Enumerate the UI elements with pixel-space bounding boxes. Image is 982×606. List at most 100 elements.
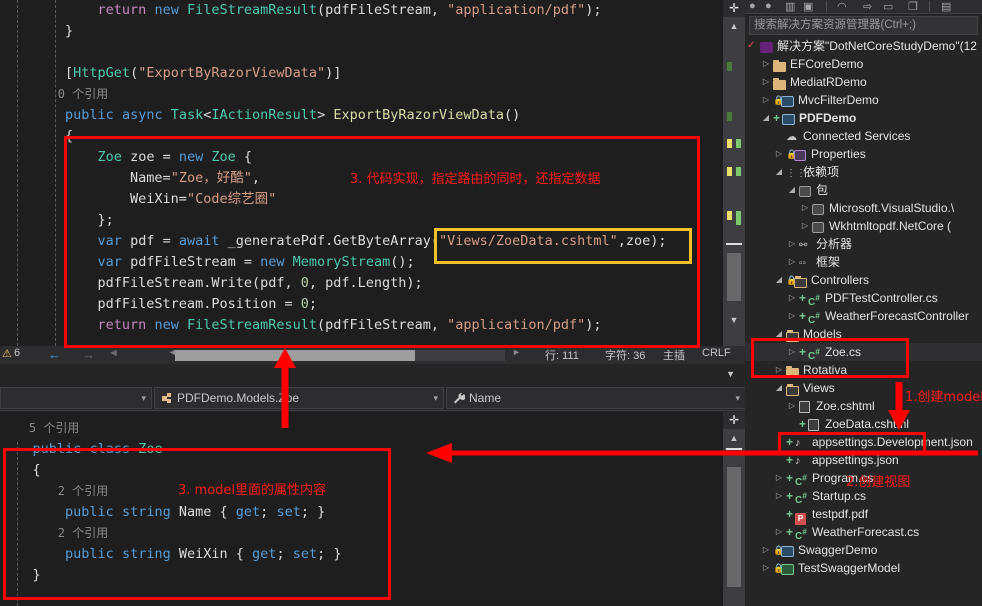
show-all-files-icon[interactable]: ⇨ (863, 0, 872, 13)
tree-item--dotnetcorestudydemo-12[interactable]: ✓ 解决方案"DotNetCoreStudyDemo"(12 (745, 37, 982, 55)
expanded-triangle-icon[interactable]: ◢ (773, 325, 785, 343)
collapsed-triangle-icon[interactable]: ▷ (760, 541, 772, 559)
back-icon[interactable]: ● (749, 0, 756, 12)
refresh-icon[interactable]: ▭ (883, 0, 893, 13)
solution-explorer-toolbar: ● ● ▥ ▣ | ◠ ⇨ ▭ ❐ | ▤ (745, 0, 982, 14)
collapsed-triangle-icon[interactable]: ▷ (786, 235, 798, 253)
scroll-down-arrow[interactable]: ▼ (723, 313, 745, 328)
type-combo[interactable]: PDFDemo.Models.Zoe ▾ (154, 387, 444, 409)
project-combo[interactable]: ▾ (0, 387, 152, 409)
collapsed-triangle-icon[interactable]: ▷ (773, 487, 785, 505)
tree-item-wkhtmltopdf-netcore-[interactable]: ▷ Wkhtmltopdf.NetCore ( (745, 217, 982, 235)
search-input[interactable]: 搜索解决方案资源管理器(Ctrl+;) (749, 16, 978, 35)
forward-icon[interactable]: ● (765, 0, 772, 12)
collapsed-triangle-icon[interactable]: ▷ (786, 289, 798, 307)
chevron-down-icon[interactable]: ▾ (433, 388, 438, 408)
code-editor-top[interactable]: return new FileStreamResult(pdfFileStrea… (0, 0, 745, 346)
scroll-up-arrow[interactable]: ▲ (723, 431, 745, 446)
solution-tree[interactable]: ✓ 解决方案"DotNetCoreStudyDemo"(12 ▷ EFCoreDemo… (745, 37, 982, 606)
tree-item-appsettings-development-json[interactable]: + ♪ appsettings.Development.json (745, 433, 982, 451)
tree-item-mediatrdemo[interactable]: ▷ MediatRDemo (745, 73, 982, 91)
navigate-back-button[interactable]: ← (48, 347, 61, 362)
expanded-triangle-icon[interactable]: ◢ (773, 163, 785, 181)
collapsed-triangle-icon[interactable]: ▷ (760, 559, 772, 577)
collapsed-triangle-icon[interactable]: ▷ (773, 361, 785, 379)
tree-item-weatherforecast-cs[interactable]: ▷ + C# WeatherForecast.cs (745, 523, 982, 542)
caret-position-marker (726, 243, 742, 245)
collapsed-triangle-icon[interactable]: ▷ (799, 199, 811, 217)
hscroll-right-arrow[interactable]: ► (512, 347, 521, 357)
hscroll-thumb[interactable] (175, 350, 415, 361)
tree-item-controllers[interactable]: ◢ 🔒 Controllers (745, 271, 982, 289)
properties-icon[interactable]: ▤ (941, 0, 951, 13)
chevron-down-icon[interactable]: ▾ (141, 388, 146, 408)
tree-item-properties[interactable]: ▷ 🔒 Properties (745, 145, 982, 163)
csharp-project-icon (781, 559, 794, 577)
split-view-icon[interactable]: ✛ (723, 412, 745, 429)
chevron-down-icon[interactable]: ▼ (726, 369, 735, 379)
collapsed-triangle-icon[interactable]: ▷ (786, 253, 798, 271)
collapsed-triangle-icon[interactable]: ▷ (786, 343, 798, 361)
tree-item-startup-cs[interactable]: ▷ + C# Startup.cs (745, 487, 982, 506)
code-line: pdfFileStream.Position = 0; (0, 296, 318, 312)
json-icon: ♪ (795, 437, 801, 449)
collapse-all-icon[interactable]: ❐ (908, 0, 918, 13)
tree-item-views[interactable]: ◢ Views (745, 379, 982, 397)
collapsed-triangle-icon[interactable]: ▷ (760, 73, 772, 91)
tree-item-mvcfilterdemo[interactable]: ▷ 🔒 MvcFilterDemo (745, 91, 982, 109)
split-view-icon[interactable]: ✛ (723, 0, 745, 17)
scroll-thumb[interactable] (727, 253, 741, 301)
collapsed-triangle-icon[interactable]: ▷ (799, 217, 811, 235)
new-folder-icon[interactable]: ▣ (803, 0, 813, 13)
code-editor-bottom[interactable]: 5 个引用 public class Zoe { 2 个引用 public st… (0, 412, 745, 606)
expanded-triangle-icon[interactable]: ◢ (773, 271, 785, 289)
scroll-thumb[interactable] (727, 467, 741, 587)
tree-item--[interactable]: ▷ ▫▫ 框架 (745, 253, 982, 271)
horizontal-scrollbar[interactable] (175, 350, 505, 361)
tree-item-connected-services[interactable]: ☁ Connected Services (745, 127, 982, 145)
tree-item-microsoft-visualstudio-[interactable]: ▷ Microsoft.VisualStudio.\ (745, 199, 982, 217)
collapsed-triangle-icon[interactable]: ▷ (786, 397, 798, 415)
tree-item-pdftestcontroller-cs[interactable]: ▷ + C# PDFTestController.cs (745, 289, 982, 308)
line-indicator: 行: 111 (545, 350, 579, 362)
code-line: } (0, 23, 74, 39)
editor-top-scrollbar[interactable]: ✛ ▲ ▼ (723, 0, 745, 346)
collapsed-triangle-icon[interactable]: ▷ (760, 55, 772, 73)
tree-item-testswaggermodel[interactable]: ▷ 🔒 TestSwaggerModel (745, 559, 982, 577)
tree-item-pdfdemo[interactable]: ◢ + PDFDemo (745, 109, 982, 127)
tree-item-zoe-cs[interactable]: ▷ + C# Zoe.cs (745, 343, 982, 362)
collapsed-triangle-icon[interactable]: ▷ (773, 145, 785, 163)
hscroll-left-arrow[interactable]: ◄ (108, 347, 119, 359)
expanded-triangle-icon[interactable]: ◢ (786, 181, 798, 199)
chevron-down-icon[interactable]: ▾ (735, 388, 740, 408)
tree-item-weatherforecastcontroller[interactable]: ▷ + C# WeatherForecastController (745, 307, 982, 326)
tree-item-rotativa[interactable]: ▷ Rotativa (745, 361, 982, 379)
navigate-forward-button[interactable]: → (82, 347, 95, 362)
scroll-up-arrow[interactable]: ▲ (723, 19, 745, 34)
tree-item-swaggerdemo[interactable]: ▷ 🔒 SwaggerDemo (745, 541, 982, 559)
member-combo[interactable]: Name ▾ (446, 387, 745, 409)
tree-item-models[interactable]: ◢ Models (745, 325, 982, 343)
tree-item-testpdf-pdf[interactable]: + Ptestpdf.pdf (745, 505, 982, 525)
package-icon (799, 181, 811, 199)
editor-bottom-scrollbar[interactable]: ✛ ▲ (723, 412, 745, 606)
tree-item-program-cs[interactable]: ▷ + C# Program.cs (745, 469, 982, 488)
analyzer-icon: ⚯ (799, 240, 808, 251)
tree-item-efcoredemo[interactable]: ▷ EFCoreDemo (745, 55, 982, 73)
tree-item--[interactable]: ◢ ⋮⋮ 依赖项 (745, 163, 982, 181)
collapsed-triangle-icon[interactable]: ▷ (786, 307, 798, 325)
tree-item-zoe-cshtml[interactable]: ▷ Zoe.cshtml (745, 397, 982, 415)
tree-item--[interactable]: ◢ 包 (745, 181, 982, 199)
tree-item--[interactable]: ▷ ⚯ 分析器 (745, 235, 982, 253)
collapsed-triangle-icon[interactable]: ▷ (760, 91, 772, 109)
pending-changes-icon[interactable]: ◠ (837, 0, 847, 13)
home-icon[interactable]: ▥ (785, 0, 795, 13)
expanded-triangle-icon[interactable]: ◢ (773, 379, 785, 397)
collapsed-triangle-icon[interactable]: ▷ (773, 523, 785, 541)
tree-item-label: Microsoft.VisualStudio.\ (829, 201, 955, 215)
tree-item-appsettings-json[interactable]: + ♪ appsettings.json (745, 451, 982, 469)
tree-item-zoedata-cshtml[interactable]: + ZoeData.cshtml (745, 415, 982, 433)
collapsed-triangle-icon[interactable]: ▷ (773, 469, 785, 487)
panel-splitter[interactable]: ▼ (0, 364, 745, 385)
expanded-triangle-icon[interactable]: ◢ (760, 109, 772, 127)
